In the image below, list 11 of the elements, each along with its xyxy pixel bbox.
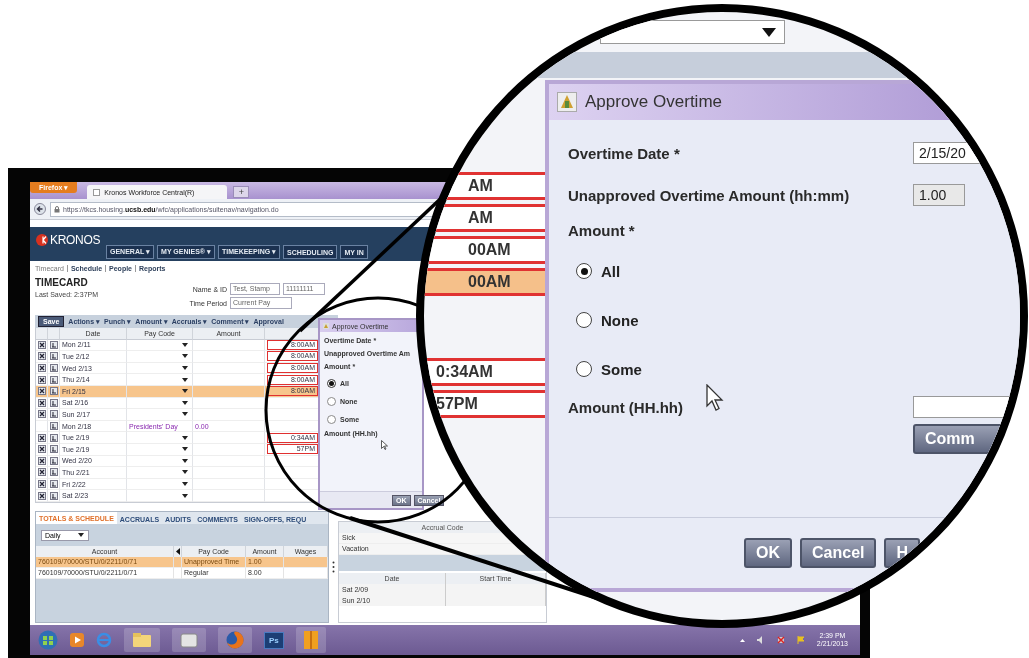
- dialog-title: Approve Overtime: [585, 92, 722, 112]
- logo-text: KRONOS: [50, 233, 101, 247]
- radio-label: All: [601, 262, 621, 280]
- radio-label: None: [601, 311, 639, 329]
- field-label: Amount (HH.hh): [568, 398, 684, 416]
- amount-field: 1.00: [913, 184, 965, 206]
- field-label: Unapproved Overtime Amount (hh:mm): [568, 186, 851, 204]
- radio-label: Some: [601, 360, 642, 378]
- page-title: TIMECARD: [35, 277, 89, 288]
- field-label: Overtime Date *: [568, 144, 681, 162]
- field-label: Amount *: [568, 220, 636, 241]
